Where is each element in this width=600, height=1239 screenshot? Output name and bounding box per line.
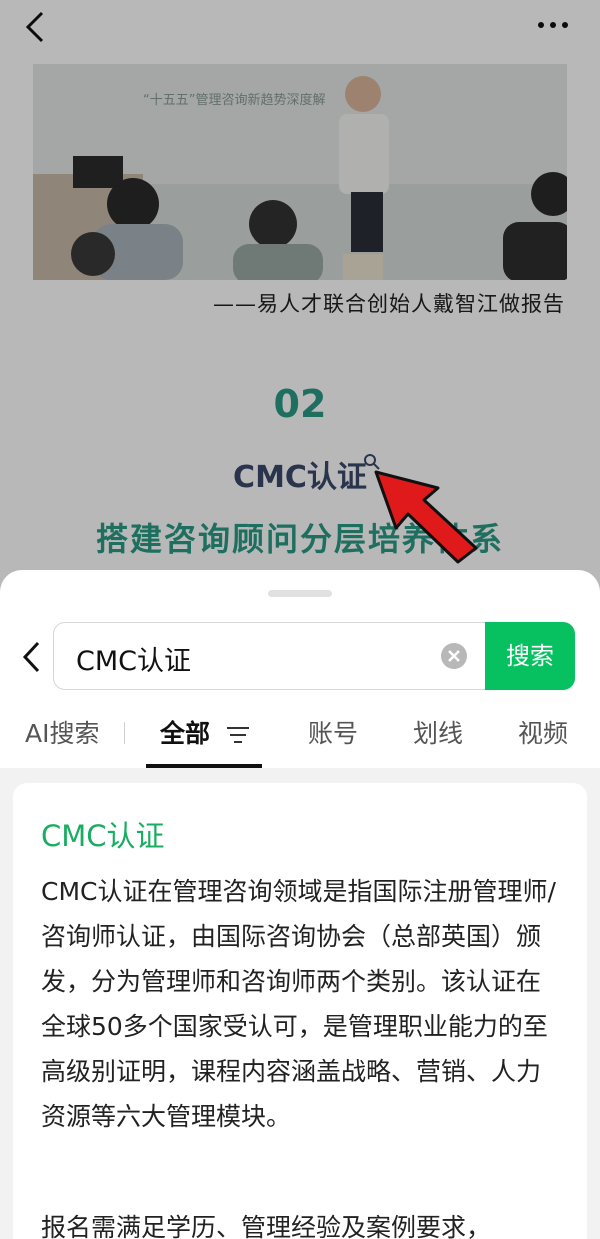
dim-overlay[interactable] xyxy=(0,0,600,600)
tab-divider xyxy=(124,722,125,744)
search-input[interactable]: CMC认证 搜索 xyxy=(53,622,575,690)
red-arrow-icon xyxy=(374,470,478,564)
result-title[interactable]: CMC认证 xyxy=(41,813,165,855)
result-paragraph-2: 报名需满足学历、管理经验及案例要求， xyxy=(41,1213,492,1239)
search-sheet: CMC认证 搜索 AI搜索 全部 账号 划线 视频 CMC认证 CMC认证在管理… xyxy=(0,570,600,1239)
result-card[interactable]: CMC认证 CMC认证在管理咨询领域是指国际注册管理师/咨询师认证，由国际咨询协… xyxy=(13,783,587,1239)
tab-ai-search[interactable]: AI搜索 xyxy=(25,714,99,750)
result-paragraph: CMC认证在管理咨询领域是指国际注册管理师/咨询师认证，由国际咨询协会（总部英国… xyxy=(41,877,556,1131)
tab-all[interactable]: 全部 xyxy=(160,714,210,750)
filter-icon[interactable] xyxy=(226,726,250,744)
tab-accounts[interactable]: 账号 xyxy=(308,714,358,750)
tab-highlights[interactable]: 划线 xyxy=(413,714,463,750)
tab-videos[interactable]: 视频 xyxy=(518,714,568,750)
clear-icon[interactable] xyxy=(440,642,468,670)
sheet-drag-handle[interactable] xyxy=(268,590,332,597)
search-button[interactable]: 搜索 xyxy=(485,622,575,690)
result-tabs: AI搜索 全部 账号 划线 视频 xyxy=(0,698,600,768)
search-query-text[interactable]: CMC认证 xyxy=(76,639,191,678)
article-page: “十五五”管理咨询新趋势深度解 ——易人才联合创始人戴智江做报告 02 CMC认… xyxy=(0,0,600,600)
sheet-back-icon[interactable] xyxy=(20,640,46,674)
